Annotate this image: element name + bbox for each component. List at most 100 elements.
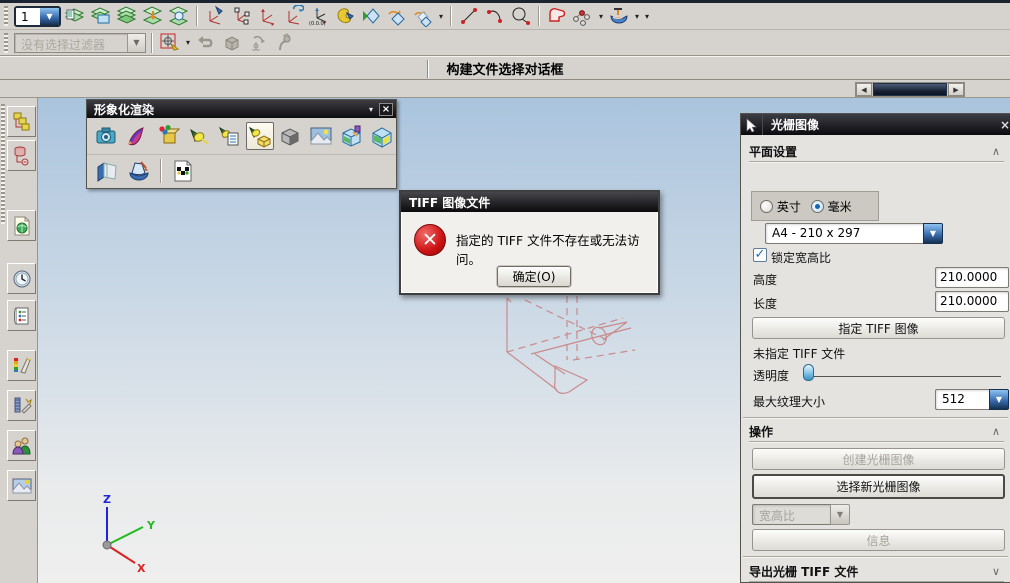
circle-tool-icon[interactable] (509, 4, 533, 28)
gallery-icon[interactable] (7, 470, 36, 501)
csys-points-icon[interactable] (229, 4, 253, 28)
selection-filter-value[interactable]: 没有选择过滤器 (15, 34, 127, 52)
palette-icon[interactable] (7, 350, 36, 381)
snap-point-icon[interactable] (158, 31, 182, 55)
aspect-ratio-value[interactable]: 宽高比 (752, 504, 830, 525)
aspect-ratio-combo[interactable]: 宽高比 ▼ (752, 504, 850, 525)
spline-tool-icon[interactable] (571, 4, 595, 28)
decal-icon[interactable] (368, 122, 396, 150)
radio-inch[interactable]: 英寸 (760, 198, 801, 215)
csys-axes-icon[interactable] (255, 4, 279, 28)
section-view-icon[interactable] (93, 157, 121, 185)
notebook-icon[interactable] (7, 300, 36, 331)
select-new-raster-button[interactable]: 选择新光栅图像 (752, 474, 1005, 499)
scene-lights-icon[interactable] (245, 122, 274, 150)
constraint-navigator-icon[interactable] (7, 140, 36, 171)
paper-size-combo[interactable]: A4 - 210 x 297 ▼ (765, 223, 943, 244)
layer-combo-arrow-icon[interactable]: ▼ (40, 7, 59, 25)
render-dropdown-icon[interactable]: ▾ (437, 12, 445, 21)
quality-image-icon[interactable] (169, 157, 197, 185)
datum-csys-preview[interactable] (495, 288, 645, 396)
profile-tool-icon[interactable] (545, 4, 569, 28)
info-button[interactable]: 信息 (752, 529, 1005, 551)
history-icon[interactable] (7, 263, 36, 294)
selection-filter-arrow-icon[interactable]: ▼ (127, 33, 145, 52)
materials-textures-icon[interactable] (154, 122, 182, 150)
lock-aspect-checkbox[interactable]: ✓ (753, 248, 767, 262)
horizontal-scrollbar[interactable]: ◀ ▶ (855, 82, 965, 97)
layer-settings-icon[interactable] (63, 4, 87, 28)
dialog-titlebar[interactable]: TIFF 图像文件 (401, 192, 658, 212)
radio-inch-circle[interactable] (760, 199, 773, 213)
shade-view-icon[interactable] (359, 4, 383, 28)
transparency-slider-handle[interactable] (803, 364, 814, 381)
snap-dropdown-icon[interactable]: ▾ (184, 38, 192, 47)
specify-tiff-button[interactable]: 指定 TIFF 图像 (752, 317, 1005, 339)
wcs-origin-icon[interactable]: (0.0.0) (307, 4, 331, 28)
arc-tool-icon[interactable] (483, 4, 507, 28)
height-field[interactable]: 210.0000 (935, 267, 1009, 288)
layer-category-icon[interactable] (115, 4, 139, 28)
max-texture-arrow-icon[interactable]: ▼ (989, 389, 1009, 410)
scroll-right-button[interactable]: ▶ (948, 83, 964, 96)
trim-dropdown-icon[interactable]: ▾ (633, 12, 641, 21)
shadow-cube-icon[interactable] (277, 122, 305, 150)
expand-chevron-icon[interactable]: ∨ (988, 565, 1004, 578)
photo-render-icon[interactable] (93, 122, 121, 150)
create-raster-button[interactable]: 创建光栅图像 (752, 448, 1005, 470)
csys-rotate-icon[interactable] (281, 4, 305, 28)
layer-combo-value[interactable]: 1 (16, 7, 40, 25)
radio-mm[interactable]: 毫米 (810, 198, 852, 215)
rotate-view-icon[interactable] (385, 4, 409, 28)
render-style-icon[interactable] (333, 4, 357, 28)
collapse-chevron-icon[interactable]: ∧ (988, 145, 1004, 158)
toolbar-close-icon[interactable]: × (379, 102, 393, 116)
visualize-rendering-titlebar[interactable]: 形象化渲染 ▾ × (87, 100, 396, 118)
web-browser-icon[interactable] (7, 210, 36, 241)
scrollbar-thumb[interactable] (873, 83, 947, 96)
collapse-chevron-icon[interactable]: ∧ (988, 425, 1004, 438)
visual-effects-icon[interactable] (338, 122, 366, 150)
prompt-message: 构建文件选择对话框 (446, 62, 564, 78)
copy-to-layer-icon[interactable] (167, 4, 191, 28)
panel-titlebar[interactable]: 光栅图像 × (741, 114, 1010, 135)
selection-filter-combo[interactable]: 没有选择过滤器 ▼ (14, 32, 146, 53)
background-image-icon[interactable] (307, 122, 335, 150)
layer-visible-in-view-icon[interactable] (89, 4, 113, 28)
dialog-ok-button[interactable]: 确定(O) (497, 266, 571, 287)
line-tool-icon[interactable] (457, 4, 481, 28)
advanced-lights-icon[interactable] (215, 122, 243, 150)
roles-icon[interactable] (7, 430, 36, 461)
aspect-ratio-arrow-icon[interactable]: ▼ (830, 504, 850, 525)
radio-mm-circle[interactable] (810, 199, 824, 213)
more-tools-dropdown-icon[interactable]: ▾ (643, 12, 651, 21)
tools-icon[interactable] (7, 390, 36, 421)
export-tiff-header[interactable]: 导出光栅 TIFF 文件 ∨ (749, 561, 1004, 581)
pan-view-icon[interactable] (411, 4, 435, 28)
toolbar-options-dropdown-icon[interactable]: ▾ (369, 105, 373, 114)
csys-light-icon[interactable] (203, 4, 227, 28)
paper-size-value[interactable]: A4 - 210 x 297 (765, 223, 923, 244)
scroll-left-button[interactable]: ◀ (856, 83, 872, 96)
panel-close-icon[interactable]: × (1000, 118, 1010, 132)
trim-sheet-icon[interactable] (607, 4, 631, 28)
undo-icon[interactable] (194, 31, 218, 55)
max-texture-combo[interactable]: 512 ▼ (935, 389, 1009, 410)
assembly-navigator-icon[interactable] (7, 106, 36, 137)
layer-combo[interactable]: 1 ▼ (14, 5, 61, 27)
toolbar-grip[interactable] (4, 6, 8, 26)
z-axis-label: Z (103, 493, 111, 506)
curve-dropdown-icon[interactable]: ▾ (597, 12, 605, 21)
toolbar-grip[interactable] (4, 32, 8, 53)
resource-bar-grip[interactable] (1, 104, 5, 224)
basic-lights-icon[interactable] (185, 122, 213, 150)
edit-section-icon[interactable] (125, 157, 153, 185)
move-to-layer-icon[interactable] (141, 4, 165, 28)
operations-header[interactable]: 操作 ∧ (749, 421, 1004, 441)
max-texture-value[interactable]: 512 (935, 389, 989, 410)
plane-settings-header[interactable]: 平面设置 ∧ (749, 141, 1004, 161)
paper-size-arrow-icon[interactable]: ▼ (923, 223, 943, 244)
transparency-slider-track[interactable] (803, 376, 1001, 377)
artistic-render-icon[interactable] (124, 122, 152, 150)
length-field[interactable]: 210.0000 (935, 291, 1009, 312)
